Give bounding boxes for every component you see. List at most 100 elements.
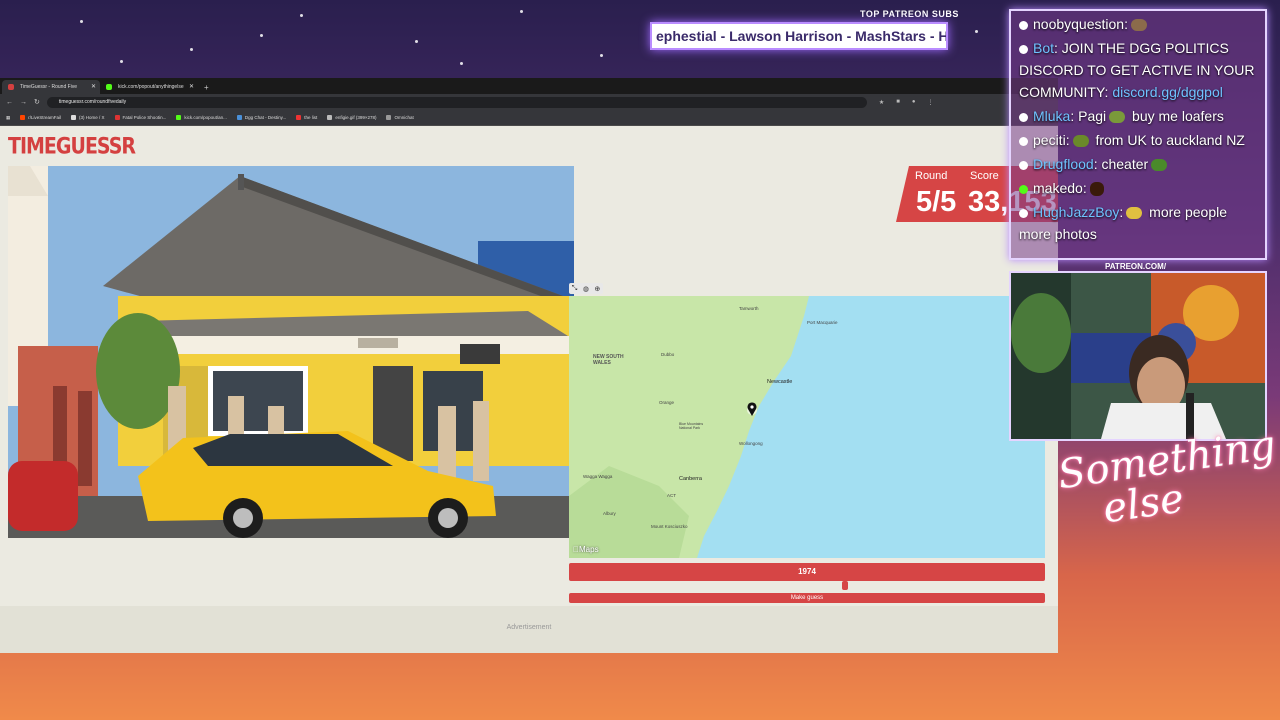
bookmark-favicon-icon — [296, 115, 302, 120]
bookmark-item[interactable]: enfigie.gif (399×278) — [327, 115, 376, 120]
bookmark-item[interactable]: r/LiveStreamFail — [20, 115, 61, 120]
map-label-wagga-wagga: Wagga Wagga — [583, 474, 613, 479]
round-photo[interactable] — [8, 166, 574, 538]
bookmark-favicon-icon — [176, 115, 182, 120]
chat-badge-icon — [1019, 44, 1028, 54]
map-label-canberra: Canberra — [679, 476, 702, 482]
guess-map[interactable]: NEW SOUTH WALES Tamworth Port Macquarie … — [569, 296, 1045, 558]
chat-link[interactable]: discord.gg/dggpol — [1112, 84, 1223, 100]
chat-badge-icon — [1019, 160, 1028, 170]
bookmark-label: (3) Home / X — [79, 115, 105, 120]
chat-message: makedo: — [1011, 175, 1265, 199]
new-tab-button[interactable]: + — [198, 83, 215, 94]
extension-icon[interactable]: ■ — [896, 99, 900, 105]
address-bar-row: ← → ↻ timeguessr.com/roundfivedaily ★ ■ … — [0, 94, 1058, 110]
map-zoom-out-icon[interactable]: ⤡ — [572, 285, 578, 293]
map-label-wollongong: Wollongong — [739, 441, 763, 446]
chat-username: Mluka — [1033, 108, 1071, 124]
map-label-blue-mountains: Blue Mountains National Park — [679, 422, 704, 430]
chat-username: peciti — [1033, 132, 1066, 148]
close-icon[interactable]: ✕ — [189, 83, 194, 90]
round-label: Round — [915, 170, 948, 182]
map-layers-icon[interactable]: ◍ — [583, 285, 589, 293]
chat-badge-icon — [1019, 136, 1028, 146]
map-zoom-in-icon[interactable]: ⊕ — [594, 285, 600, 293]
chat-text: buy me loafers — [1128, 108, 1224, 124]
bookmark-favicon-icon — [236, 115, 242, 120]
tab-timeguessr[interactable]: TimeGuessr - Round Five ✕ — [2, 80, 100, 94]
emote-icon — [1072, 135, 1089, 148]
tab-bar: TimeGuessr - Round Five ✕ kick.com/popou… — [0, 78, 1058, 94]
map-label-tamworth: Tamworth — [739, 306, 759, 311]
map-label-nsw: NEW SOUTH WALES — [593, 354, 624, 366]
make-guess-button[interactable]: Make guess — [569, 593, 1045, 603]
forward-arrow-icon[interactable]: → — [20, 99, 27, 106]
webcam-image — [1011, 273, 1265, 439]
maps-brand-label: Maps — [573, 545, 599, 554]
bookmark-favicon-icon — [327, 115, 333, 120]
webcam-feed — [1009, 271, 1267, 441]
map-land — [569, 296, 809, 558]
bookmark-label: the list — [304, 115, 318, 120]
chat-message: Bot: JOIN THE DGG POLITICS DISCORD TO GE… — [1011, 35, 1265, 103]
map-label-dubbo: Dubbo — [661, 352, 675, 357]
bookmark-item[interactable]: kick.com/popout/an... — [176, 115, 227, 120]
chat-text: : — [1124, 16, 1128, 32]
bookmark-star-icon[interactable]: ★ — [879, 99, 884, 106]
tab-kick[interactable]: kick.com/popout/anythingelse ✕ — [100, 80, 198, 94]
kick-favicon-icon — [106, 84, 112, 90]
chat-username: Drugflood — [1033, 156, 1094, 172]
map-pin-icon[interactable] — [747, 402, 757, 416]
profile-icon[interactable]: ● — [912, 99, 916, 105]
chat-username: noobyquestion — [1033, 16, 1125, 32]
chat-message: HughJazzBoy: more people more photos — [1011, 199, 1265, 245]
chat-badge-icon — [1019, 208, 1028, 218]
chat-message: noobyquestion: — [1011, 11, 1265, 35]
menu-icon[interactable]: ⋮ — [928, 99, 934, 106]
bookmark-favicon-icon — [71, 115, 77, 120]
year-slider-thumb[interactable] — [842, 581, 849, 590]
apps-icon[interactable]: ▦ — [6, 115, 10, 121]
map-label-port-macquarie: Port Macquarie — [807, 320, 838, 325]
bookmark-item[interactable]: the list — [296, 115, 317, 120]
map-label-kosciuszko: Mount Kosciuszko — [651, 524, 688, 529]
back-arrow-icon[interactable]: ← — [6, 99, 13, 106]
bookmarks-bar: ▦ r/LiveStreamFail (3) Home / X Fatal Po… — [0, 110, 1058, 126]
chat-badge-icon — [1019, 112, 1028, 122]
tab-label: TimeGuessr - Round Five — [20, 84, 78, 90]
bookmark-item[interactable]: Dgg Chat - Destiny... — [236, 115, 287, 120]
stream-chat: noobyquestion: Bot: JOIN THE DGG POLITIC… — [1009, 9, 1267, 260]
bookmark-label: r/LiveStreamFail — [28, 115, 62, 120]
emote-icon — [1126, 207, 1143, 220]
bookmark-label: Omnichat — [394, 115, 414, 120]
year-display: 1974 — [569, 563, 1045, 581]
patreon-ticker: ephestial - Lawson Harrison - MashStars … — [650, 22, 948, 50]
bookmark-favicon-icon — [386, 115, 392, 120]
apple-maps-logo: Maps — [573, 545, 599, 554]
timeguessr-page: TIMEGUESSR Round Score 5/5 ⤡ ◍ ⊕ NEW SOU… — [0, 126, 1058, 653]
bookmark-item[interactable]: (3) Home / X — [71, 115, 105, 120]
chat-text: from UK to auckland NZ — [1091, 132, 1245, 148]
bookmark-item[interactable]: Fatal Police Shootin... — [114, 115, 166, 120]
bookmark-favicon-icon — [20, 115, 26, 120]
chat-text: : cheater — [1093, 156, 1149, 172]
map-label-orange: Orange — [659, 400, 675, 405]
bookmark-item[interactable]: Omnichat — [386, 115, 414, 120]
score-label: Score — [970, 170, 999, 182]
map-controls: ⤡ ◍ ⊕ — [569, 283, 603, 294]
chat-message: Drugflood: cheater — [1011, 151, 1265, 175]
close-icon[interactable]: ✕ — [91, 83, 96, 90]
bookmark-favicon-icon — [114, 115, 120, 120]
map-label-newcastle: Newcastle — [767, 379, 793, 385]
bookmark-label: kick.com/popout/an... — [184, 115, 227, 120]
reload-icon[interactable]: ↻ — [34, 98, 40, 106]
chat-badge-icon — [1019, 184, 1028, 194]
tab-label: kick.com/popout/anythingelse — [118, 84, 184, 90]
chat-text: : — [1082, 180, 1087, 196]
chat-text: : — [1119, 204, 1124, 220]
something-else-logo: Something else — [1055, 422, 1280, 535]
bookmark-label: Dgg Chat - Destiny... — [244, 115, 287, 120]
url-field[interactable]: timeguessr.com/roundfivedaily — [46, 96, 867, 108]
timeguessr-logo[interactable]: TIMEGUESSR — [8, 134, 136, 159]
browser-window: TimeGuessr - Round Five ✕ kick.com/popou… — [0, 78, 1058, 653]
